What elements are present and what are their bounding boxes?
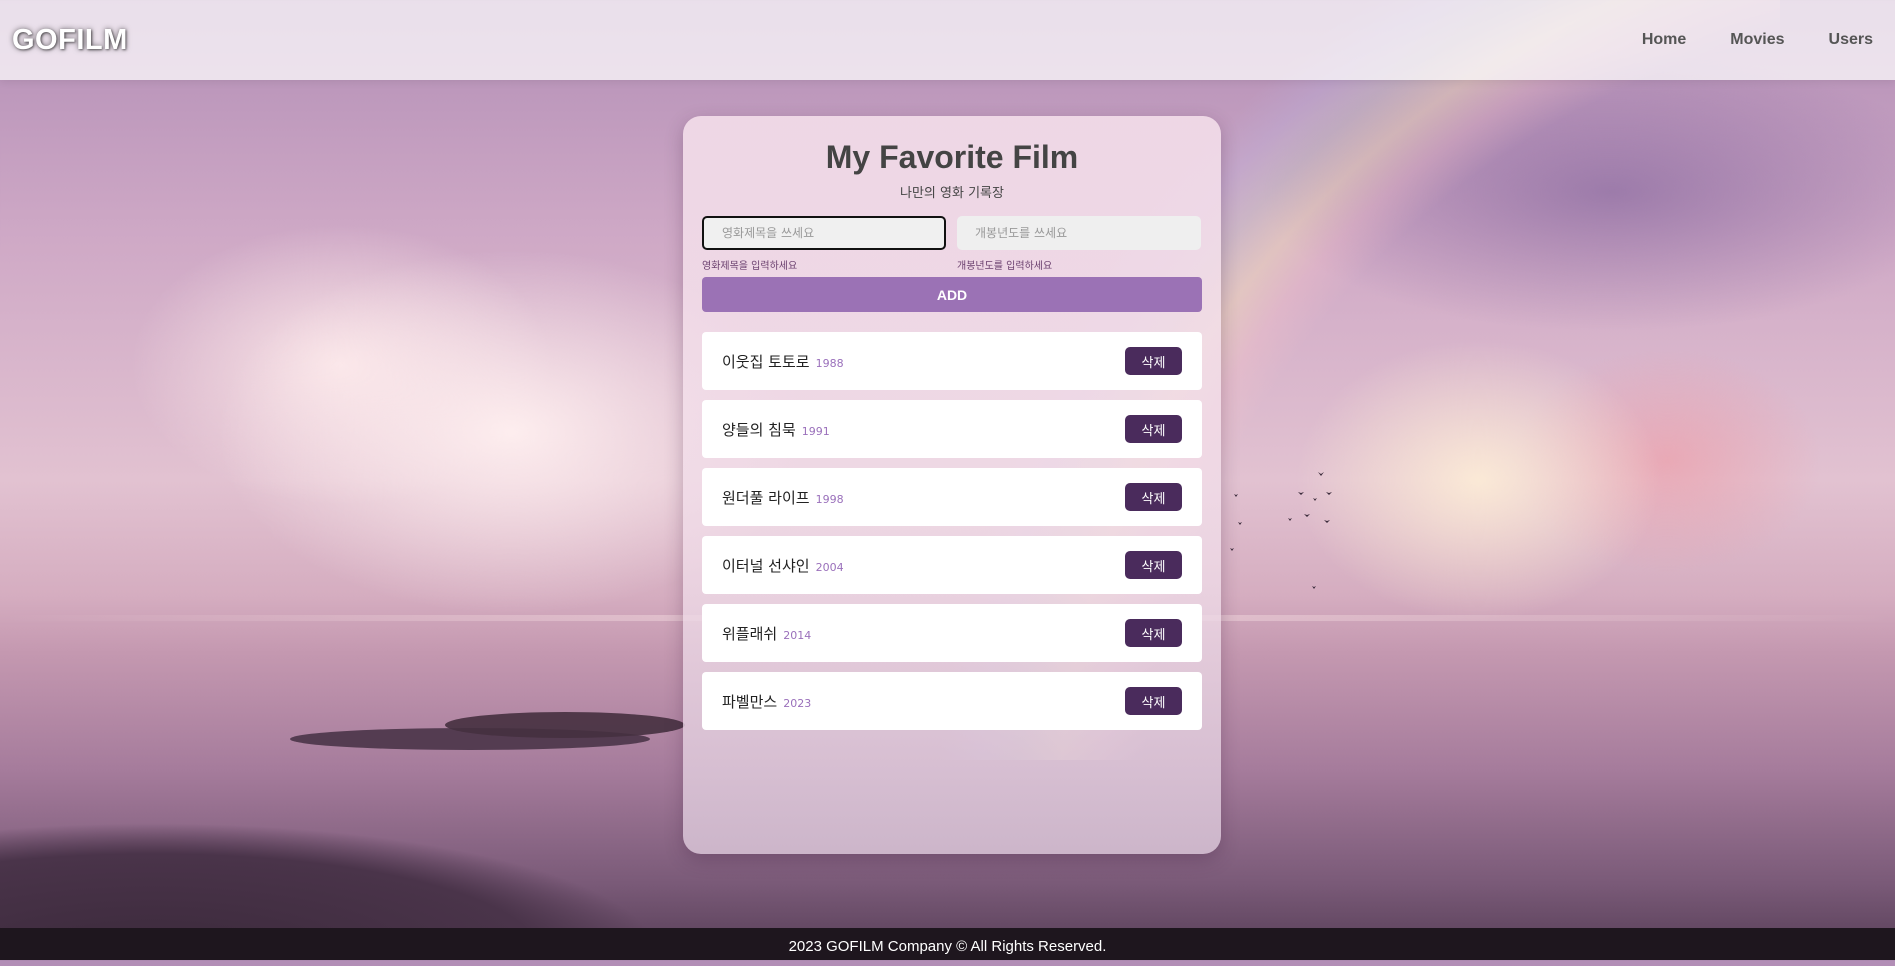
add-button[interactable]: ADD [702, 277, 1202, 312]
logo[interactable]: GOFILM [12, 24, 128, 57]
list-item: 파벨만스 2023 삭제 [702, 672, 1202, 730]
movie-year: 1988 [815, 356, 844, 370]
nav-link-home[interactable]: Home [1642, 31, 1686, 49]
movie-title-hint: 영화제목을 입력하세요 [702, 261, 798, 272]
movie-title: 이터널 선샤인 [722, 556, 810, 575]
movie-list: 이웃집 토토로 1988 삭제 양들의 침묵 1991 삭제 원더풀 라이프 1… [702, 332, 1202, 740]
movie-year: 1998 [815, 492, 844, 506]
birds-decoration [1230, 472, 1332, 589]
movie-year-input[interactable] [957, 216, 1201, 250]
list-item: 원더풀 라이프 1998 삭제 [702, 468, 1202, 526]
movie-title: 위플래쉬 [722, 624, 778, 643]
movie-year: 1991 [801, 424, 830, 438]
delete-button[interactable]: 삭제 [1125, 551, 1182, 579]
movie-year: 2014 [783, 628, 812, 642]
footer-copyright: 2023 GOFILM Company © All Rights Reserve… [788, 938, 1107, 955]
movie-year-hint: 개봉년도를 입력하세요 [957, 261, 1053, 272]
background-rock [445, 712, 685, 738]
movie-title: 이웃집 토토로 [722, 352, 810, 371]
movie-year: 2004 [815, 560, 844, 574]
delete-button[interactable]: 삭제 [1125, 347, 1182, 375]
delete-button[interactable]: 삭제 [1125, 483, 1182, 511]
movie-card: My Favorite Film 나만의 영화 기록장 영화제목을 입력하세요 … [683, 116, 1221, 854]
delete-button[interactable]: 삭제 [1125, 415, 1182, 443]
navbar: GOFILM Home Movies Users [0, 0, 1895, 80]
list-item: 이웃집 토토로 1988 삭제 [702, 332, 1202, 390]
list-item: 양들의 침묵 1991 삭제 [702, 400, 1202, 458]
nav-link-movies[interactable]: Movies [1730, 31, 1784, 49]
nav-links: Home Movies Users [1598, 31, 1873, 49]
list-item: 위플래쉬 2014 삭제 [702, 604, 1202, 662]
page-title: My Favorite Film [825, 139, 1079, 175]
footer: 2023 GOFILM Company © All Rights Reserve… [0, 928, 1895, 960]
movie-title: 원더풀 라이프 [722, 488, 810, 507]
delete-button[interactable]: 삭제 [1125, 687, 1182, 715]
page-subtitle: 나만의 영화 기록장 [900, 186, 1004, 201]
movie-title: 파벨만스 [722, 692, 778, 711]
movie-title-input[interactable] [702, 216, 946, 250]
list-item: 이터널 선샤인 2004 삭제 [702, 536, 1202, 594]
nav-link-users[interactable]: Users [1829, 31, 1873, 49]
movie-year: 2023 [783, 696, 812, 710]
delete-button[interactable]: 삭제 [1125, 619, 1182, 647]
movie-title: 양들의 침묵 [722, 420, 796, 439]
